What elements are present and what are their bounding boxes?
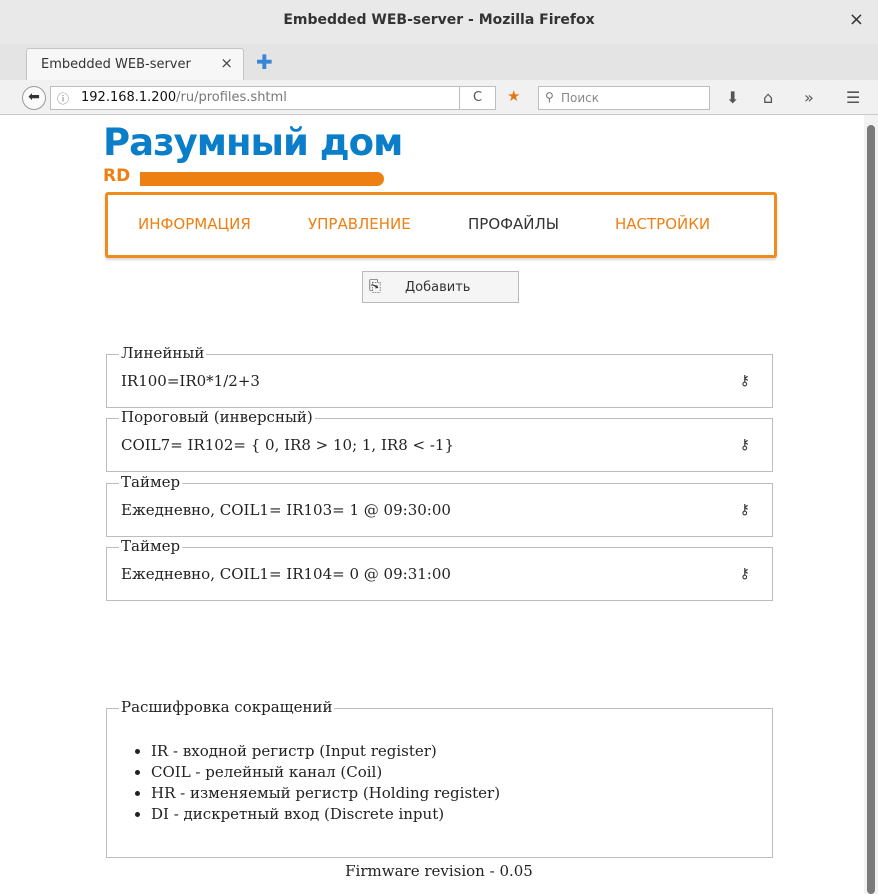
list-item: IR - входной регистр (Input register) [151, 741, 500, 762]
site-logo-title: Разумный дом [103, 121, 403, 164]
abbreviations-title: Расшифровка сокращений [119, 698, 335, 716]
logo-orange-bar [140, 172, 384, 186]
menu-item-info[interactable]: ИНФОРМАЦИЯ [138, 215, 251, 233]
tab-close-icon[interactable]: × [220, 54, 233, 72]
browser-tab[interactable]: Embedded WEB-server × [26, 48, 244, 80]
abbreviations-list: IR - входной регистр (Input register) CO… [135, 741, 500, 825]
url-path: /ru/profiles.shtml [176, 90, 287, 105]
window-close-icon[interactable]: × [849, 9, 864, 30]
add-profile-button[interactable]: ⎘ Добавить [362, 271, 519, 303]
menu-item-settings[interactable]: НАСТРОЙКИ [615, 215, 710, 233]
profile-card: Пороговый (инверсный) COIL7= IR102= { 0,… [106, 408, 773, 472]
download-icon[interactable]: ⬇ [726, 88, 739, 107]
add-document-icon: ⎘ [369, 277, 382, 295]
menu-item-control[interactable]: УПРАВЛЕНИЕ [308, 215, 411, 233]
profile-name: Линейный [119, 344, 207, 362]
profile-expression: COIL7= IR102= { 0, IR8 > 10; 1, IR8 < -1… [121, 436, 454, 454]
menu-item-profiles[interactable]: ПРОФАЙЛЫ [468, 215, 559, 233]
key-icon[interactable]: ⚷ [740, 373, 750, 389]
key-icon[interactable]: ⚷ [740, 437, 750, 453]
profile-expression: Ежедневно, COIL1= IR103= 1 @ 09:30:00 [121, 501, 451, 519]
url-text: 192.168.1.200/ru/profiles.shtml [81, 90, 287, 105]
key-icon[interactable]: ⚷ [740, 566, 750, 582]
window-titlebar: Embedded WEB-server - Mozilla Firefox × [0, 0, 878, 45]
main-menu: ИНФОРМАЦИЯ УПРАВЛЕНИЕ ПРОФАЙЛЫ НАСТРОЙКИ [105, 192, 777, 258]
hamburger-menu-icon[interactable]: ☰ [846, 88, 860, 107]
site-logo-subtitle: RD [103, 166, 131, 186]
url-bar[interactable]: ⓘ 192.168.1.200/ru/profiles.shtml [50, 86, 460, 110]
profile-name: Таймер [119, 473, 183, 491]
list-item: DI - дискретный вход (Discrete input) [151, 804, 500, 825]
list-item: HR - изменяемый регистр (Holding registe… [151, 783, 500, 804]
profile-name: Таймер [119, 537, 183, 555]
home-icon[interactable]: ⌂ [763, 88, 773, 107]
url-host: 192.168.1.200 [81, 90, 177, 105]
tab-bar: Embedded WEB-server × ✚ [0, 44, 878, 81]
tab-label: Embedded WEB-server [41, 57, 191, 72]
list-item: COIL - релейный канал (Coil) [151, 762, 500, 783]
profile-card: Таймер Ежедневно, COIL1= IR103= 1 @ 09:3… [106, 473, 773, 537]
new-tab-icon[interactable]: ✚ [256, 50, 273, 74]
fox-extension-icon[interactable]: ★ [507, 87, 520, 105]
key-icon[interactable]: ⚷ [740, 502, 750, 518]
profile-expression: IR100=IR0*1/2+3 [121, 372, 260, 390]
search-input[interactable]: ⚲ Поиск [538, 86, 710, 110]
add-button-label: Добавить [405, 280, 471, 295]
firmware-revision: Firmware revision - 0.05 [345, 862, 533, 880]
scrollbar-thumb[interactable] [867, 125, 875, 894]
page-scrollbar[interactable] [864, 115, 878, 894]
overflow-icon[interactable]: » [804, 88, 814, 107]
reload-icon[interactable]: C [460, 86, 496, 110]
profile-expression: Ежедневно, COIL1= IR104= 0 @ 09:31:00 [121, 565, 451, 583]
window-title: Embedded WEB-server - Mozilla Firefox [283, 12, 595, 28]
profile-card: Таймер Ежедневно, COIL1= IR104= 0 @ 09:3… [106, 537, 773, 601]
search-placeholder: Поиск [561, 91, 600, 105]
search-icon: ⚲ [545, 90, 554, 104]
back-icon[interactable]: ⬅ [22, 86, 46, 110]
info-icon[interactable]: ⓘ [57, 90, 69, 107]
profile-card: Линейный IR100=IR0*1/2+3 ⚷ [106, 344, 773, 408]
abbreviations-box: Расшифровка сокращений IR - входной реги… [106, 698, 773, 858]
profile-name: Пороговый (инверсный) [119, 408, 315, 426]
navigation-bar: ⬅ ⓘ 192.168.1.200/ru/profiles.shtml C ★ … [0, 80, 878, 115]
